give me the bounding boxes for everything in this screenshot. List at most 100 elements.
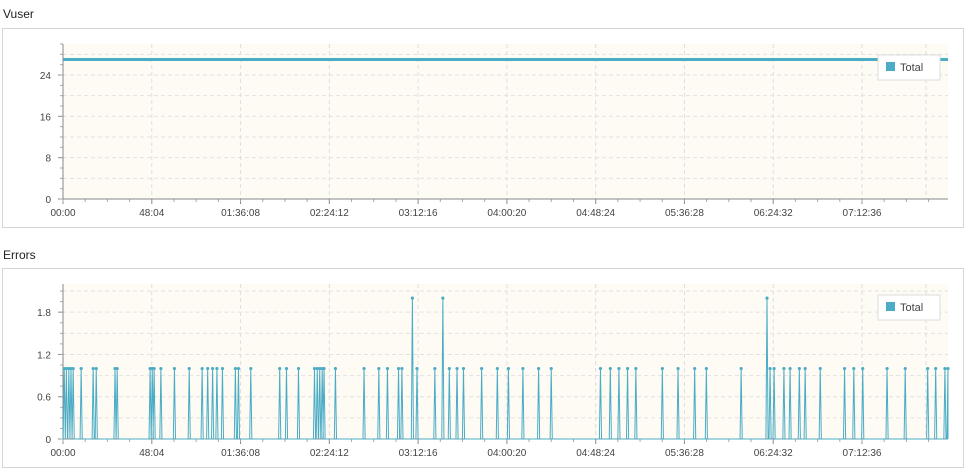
errors-chart-svg: 00:00 48:04 01:36:08 02:24:12 03:12:16 04:00:…	[37, 284, 950, 459]
x-tick-label: 04:48:24	[576, 448, 615, 459]
data-point	[495, 366, 499, 371]
data-point	[676, 366, 680, 371]
legend-label: Total	[900, 62, 923, 74]
data-point	[803, 366, 807, 371]
y-tick-label: 16	[40, 112, 52, 123]
x-tick-label: 48:04	[139, 208, 164, 219]
y-tick-label: 0	[45, 195, 51, 206]
data-point	[634, 366, 638, 371]
y-tick-label: 0.6	[37, 393, 51, 404]
data-point	[206, 366, 210, 371]
data-point	[704, 366, 708, 371]
data-point	[852, 366, 856, 371]
data-point	[441, 296, 445, 300]
data-point	[617, 366, 621, 371]
data-point	[926, 366, 930, 371]
plot-background	[63, 44, 948, 199]
data-point	[739, 366, 743, 371]
data-point	[480, 366, 484, 371]
data-point	[236, 366, 241, 371]
x-tick-label: 00:00	[50, 448, 75, 459]
data-point	[447, 366, 451, 371]
x-tick-label: 03:12:16	[399, 448, 438, 459]
data-point	[506, 366, 511, 371]
data-point	[433, 366, 437, 371]
data-point	[772, 366, 776, 371]
x-tick-label: 02:24:12	[310, 448, 349, 459]
data-point	[296, 366, 301, 371]
data-point	[765, 296, 769, 300]
data-point	[536, 366, 541, 371]
legend-label: Total	[900, 302, 923, 314]
y-tick-label: 1.2	[37, 350, 51, 361]
data-point	[797, 366, 801, 371]
legend-swatch	[886, 302, 895, 311]
data-point	[249, 366, 253, 371]
vuser-chart-svg: 00:00 48:04 01:36:08 02:24:12 03:12:16 04:00:…	[40, 43, 948, 219]
x-tick-label: 06:24:32	[754, 448, 793, 459]
legend: Total	[877, 294, 941, 321]
data-point	[396, 366, 401, 371]
data-point	[410, 296, 414, 300]
data-point	[818, 366, 822, 371]
data-point	[943, 366, 947, 371]
data-point	[172, 366, 177, 371]
x-tick-label: 04:00:20	[487, 208, 526, 219]
x-tick-label: 48:04	[139, 448, 164, 459]
x-tick-label: 07:12:36	[843, 448, 882, 459]
plot-background	[63, 284, 948, 439]
data-point	[693, 366, 697, 371]
data-point	[400, 366, 404, 371]
x-tick-label: 03:12:16	[399, 208, 438, 219]
y-tick-label: 1.8	[37, 308, 51, 319]
x-tick-label: 04:48:24	[576, 208, 615, 219]
data-point	[946, 366, 950, 371]
vuser-chart: 00:00 48:04 01:36:08 02:24:12 03:12:16 04:00:…	[2, 28, 964, 228]
data-point	[598, 366, 603, 371]
y-tick-label: 24	[40, 71, 52, 82]
y-tick-label: 0	[45, 435, 51, 446]
data-point	[608, 366, 612, 371]
data-point	[885, 366, 889, 371]
x-tick-label: 01:36:08	[221, 448, 260, 459]
data-point	[549, 366, 553, 371]
data-point	[660, 366, 664, 371]
data-point	[322, 366, 326, 371]
data-point	[861, 366, 865, 371]
data-point	[455, 366, 459, 371]
data-point	[284, 366, 289, 371]
data-point	[768, 366, 772, 371]
data-point	[842, 366, 847, 371]
data-point	[385, 366, 390, 371]
x-tick-label: 07:12:36	[843, 208, 882, 219]
data-point	[362, 366, 366, 371]
data-point	[200, 366, 204, 371]
errors-chart: 00:00 48:04 01:36:08 02:24:12 03:12:16 04:00:…	[2, 268, 964, 468]
data-point	[220, 366, 225, 371]
x-tick-label: 01:36:08	[221, 208, 260, 219]
data-point	[625, 366, 630, 371]
data-point	[115, 366, 119, 371]
data-point	[215, 366, 219, 371]
data-point	[333, 366, 338, 371]
legend-swatch	[886, 62, 895, 71]
data-point	[79, 366, 83, 371]
x-tick-label: 00:00	[50, 208, 75, 219]
x-tick-label: 05:36:28	[665, 208, 704, 219]
data-point	[152, 366, 156, 371]
vuser-chart-title: Vuser	[3, 7, 34, 21]
errors-chart-title: Errors	[3, 248, 36, 262]
y-tick-label: 8	[45, 154, 51, 165]
x-tick-label: 04:00:20	[487, 448, 526, 459]
data-point	[233, 366, 237, 371]
data-point	[521, 366, 525, 371]
data-point	[782, 366, 786, 371]
data-point	[159, 366, 163, 371]
data-point	[903, 366, 907, 371]
x-tick-label: 05:36:28	[665, 448, 704, 459]
data-point	[91, 366, 95, 371]
data-point	[94, 366, 98, 371]
data-point	[187, 366, 191, 371]
legend: Total	[877, 54, 941, 81]
data-point	[312, 366, 317, 371]
